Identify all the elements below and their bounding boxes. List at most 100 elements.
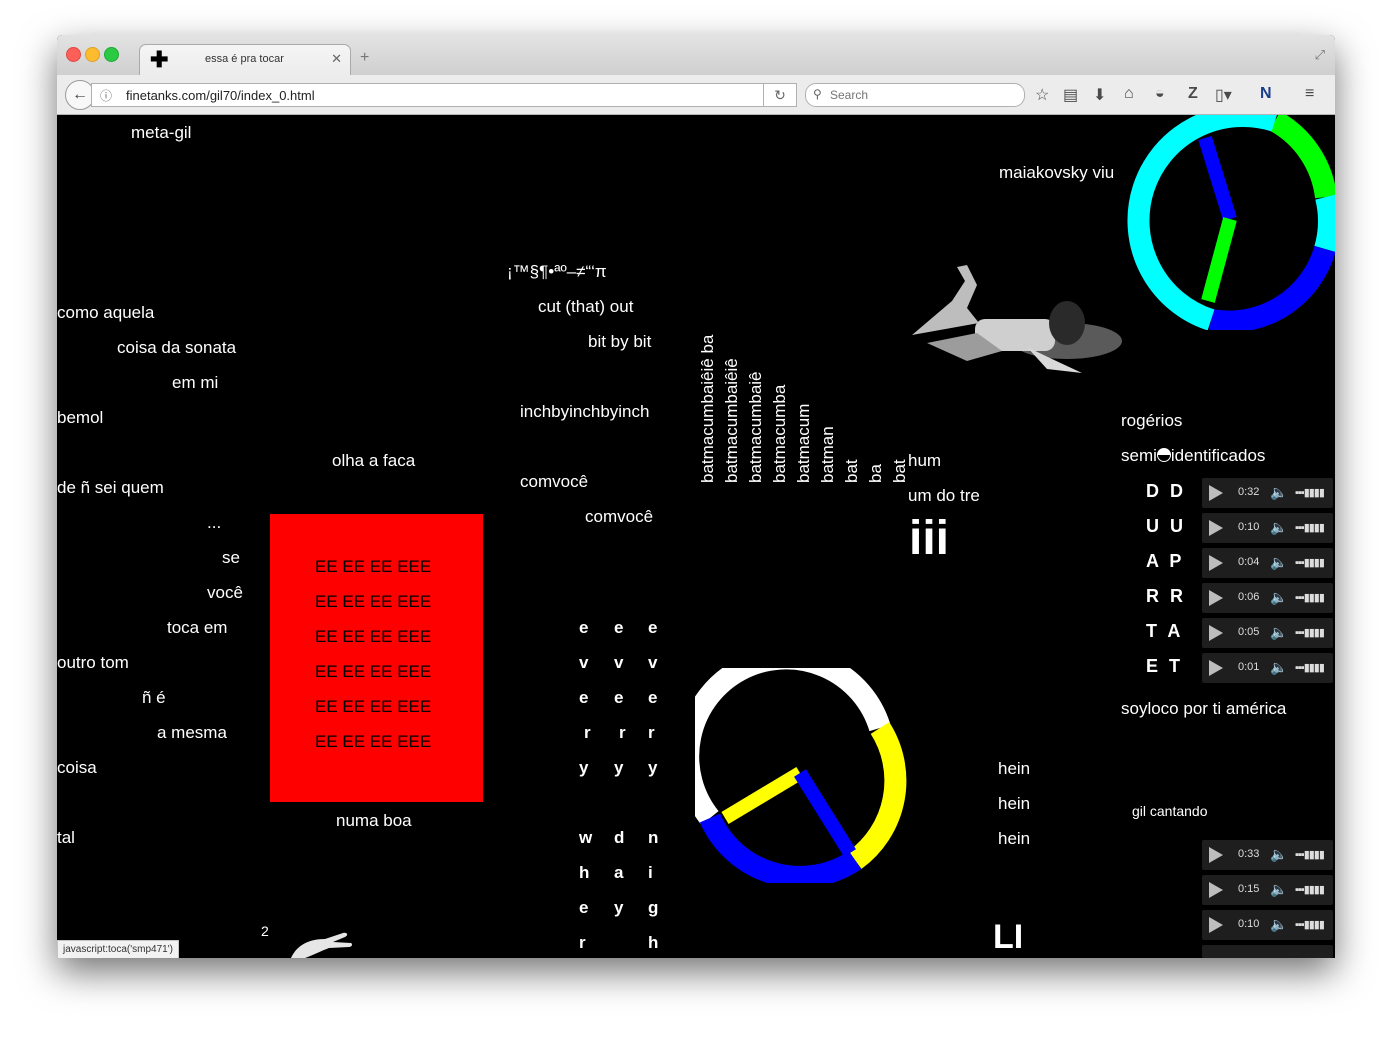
um-do-tre-link[interactable]: um do tre	[908, 486, 980, 506]
search-box[interactable]: ⚲	[805, 83, 1025, 107]
cut-out-link[interactable]: cut (that) out	[538, 297, 633, 317]
poem-line[interactable]: a mesma	[157, 723, 227, 743]
bookmark-star-icon[interactable]: ☆	[1035, 85, 1049, 105]
volume-bars-icon[interactable]: ▪▪▪▮▮▮▮	[1295, 591, 1325, 604]
new-tab-button[interactable]: +	[360, 49, 369, 67]
hein-link[interactable]: hein	[998, 829, 1030, 849]
every-letter[interactable]: v	[614, 653, 626, 688]
audio-player[interactable]: 0:15 🔈 ▪▪▪▮▮▮▮	[1202, 875, 1333, 905]
every-letter[interactable]: r	[579, 723, 592, 758]
audio-player-partial[interactable]	[1202, 945, 1333, 958]
speaker-icon[interactable]: 🔈	[1270, 554, 1287, 571]
n-extension-icon[interactable]: N	[1260, 85, 1272, 103]
speaker-icon[interactable]: 🔈	[1270, 484, 1287, 501]
every-letter[interactable]: w	[579, 828, 592, 863]
page-icon[interactable]: ▯▾	[1215, 85, 1232, 105]
maximize-window-button[interactable]	[104, 47, 119, 62]
iii-text[interactable]: iii	[909, 513, 949, 565]
poem-line[interactable]: se	[222, 548, 240, 568]
letter-pair[interactable]: T A	[1146, 621, 1183, 642]
soyloco-link[interactable]: soyloco por ti américa	[1121, 699, 1286, 719]
every-letter[interactable]: g	[648, 898, 658, 933]
symbols-text[interactable]: ¡™§¶•ªº–≠“‘π	[507, 262, 607, 282]
every-letter[interactable]: d	[614, 828, 626, 863]
audio-player[interactable]: 0:04 🔈 ▪▪▪▮▮▮▮	[1202, 548, 1333, 578]
tab-active[interactable]: ✚ essa é pra tocar ✕	[139, 44, 351, 76]
zotero-icon[interactable]: Z	[1188, 85, 1198, 103]
poem-line[interactable]: de ñ sei quem	[57, 478, 164, 498]
batmacumba-line[interactable]: bat	[890, 459, 910, 483]
volume-bars-icon[interactable]: ▪▪▪▮▮▮▮	[1295, 556, 1325, 569]
inch-link[interactable]: inchbyinchbyinch	[520, 402, 649, 422]
letter-pair[interactable]: D D	[1146, 481, 1186, 502]
every-letter[interactable]: v	[579, 653, 592, 688]
poem-line[interactable]: bemol	[57, 408, 103, 428]
volume-bars-icon[interactable]: ▪▪▪▮▮▮▮	[1295, 521, 1325, 534]
poem-line[interactable]: coisa da sonata	[117, 338, 236, 358]
red-box[interactable]: EE EE EE EEE EE EE EE EEE EE EE EE EEE E…	[270, 514, 483, 802]
every-letter[interactable]: e	[579, 898, 592, 933]
minimize-window-button[interactable]	[85, 47, 100, 62]
poem-line[interactable]: ...	[207, 513, 221, 533]
batmacumba-line[interactable]: batmacumbaiêiê	[722, 358, 742, 483]
batmacumba-line[interactable]: batman	[818, 426, 838, 483]
fullscreen-icon[interactable]: ⤢	[1315, 47, 1325, 63]
batmacumba-line[interactable]: bat	[842, 459, 862, 483]
every-letter[interactable]	[614, 933, 626, 958]
every-letter[interactable]: i	[648, 863, 658, 898]
play-icon[interactable]	[1209, 625, 1223, 641]
batmacumba-line[interactable]: batmacumba	[770, 385, 790, 483]
every-letter[interactable]: e	[614, 618, 626, 653]
speaker-icon[interactable]: 🔈	[1270, 519, 1287, 536]
home-icon[interactable]: ⌂	[1124, 85, 1134, 103]
letter-pair[interactable]: R R	[1146, 586, 1186, 607]
numa-boa-link[interactable]: numa boa	[336, 811, 412, 831]
every-letter[interactable]	[614, 793, 626, 828]
audio-player[interactable]: 0:32 🔈 ▪▪▪▮▮▮▮	[1202, 478, 1333, 508]
poem-line[interactable]: outro tom	[57, 653, 129, 673]
speaker-icon[interactable]: 🔈	[1270, 589, 1287, 606]
every-letter[interactable]: n	[648, 828, 658, 863]
reading-list-icon[interactable]: ▤	[1063, 85, 1078, 105]
play-icon[interactable]	[1209, 917, 1223, 933]
reload-button[interactable]: ↻	[763, 83, 797, 107]
speaker-icon[interactable]: 🔈	[1270, 846, 1287, 863]
poem-line[interactable]: em mi	[172, 373, 218, 393]
poem-line[interactable]: tal	[57, 828, 75, 848]
batmacumba-line[interactable]: batmacumbaiê	[746, 371, 766, 483]
hein-link[interactable]: hein	[998, 759, 1030, 779]
search-input[interactable]	[830, 86, 1015, 103]
every-letter[interactable]: e	[648, 618, 658, 653]
every-letter[interactable]: a	[614, 863, 626, 898]
clock-top[interactable]	[1120, 115, 1335, 330]
every-letter[interactable]: y	[614, 758, 626, 793]
every-letter[interactable]: r	[579, 933, 592, 958]
poem-line[interactable]: ñ é	[142, 688, 166, 708]
audio-player[interactable]: 0:06 🔈 ▪▪▪▮▮▮▮	[1202, 583, 1333, 613]
olha-a-faca-link[interactable]: olha a faca	[332, 451, 415, 471]
letter-pair[interactable]: E T	[1146, 656, 1183, 677]
hum-link[interactable]: hum	[908, 451, 941, 471]
speaker-icon[interactable]: 🔈	[1270, 624, 1287, 641]
meta-gil-link[interactable]: meta-gil	[131, 123, 191, 143]
letter-pair[interactable]: A P	[1146, 551, 1184, 572]
volume-bars-icon[interactable]: ▪▪▪▮▮▮▮	[1295, 918, 1325, 931]
volume-bars-icon[interactable]: ▪▪▪▮▮▮▮	[1295, 883, 1325, 896]
maiakovsky-link[interactable]: maiakovsky viu	[999, 163, 1114, 183]
info-icon[interactable]: ⓘ	[100, 87, 112, 104]
speaker-icon[interactable]: 🔈	[1270, 659, 1287, 676]
volume-bars-icon[interactable]: ▪▪▪▮▮▮▮	[1295, 486, 1325, 499]
every-letter[interactable]	[579, 793, 592, 828]
download-icon[interactable]: ⬇	[1093, 85, 1106, 105]
close-window-button[interactable]	[66, 47, 81, 62]
every-letter[interactable]: y	[614, 898, 626, 933]
batmacumba-line[interactable]: batmacum	[794, 404, 814, 483]
comvoce-link[interactable]: comvocê	[585, 507, 653, 527]
poem-line[interactable]: como aquela	[57, 303, 154, 323]
poem-line[interactable]: você	[207, 583, 243, 603]
volume-bars-icon[interactable]: ▪▪▪▮▮▮▮	[1295, 848, 1325, 861]
every-letter[interactable]: y	[579, 758, 592, 793]
every-letter[interactable]	[648, 793, 658, 828]
every-letter[interactable]: e	[614, 688, 626, 723]
poem-line[interactable]: coisa	[57, 758, 97, 778]
